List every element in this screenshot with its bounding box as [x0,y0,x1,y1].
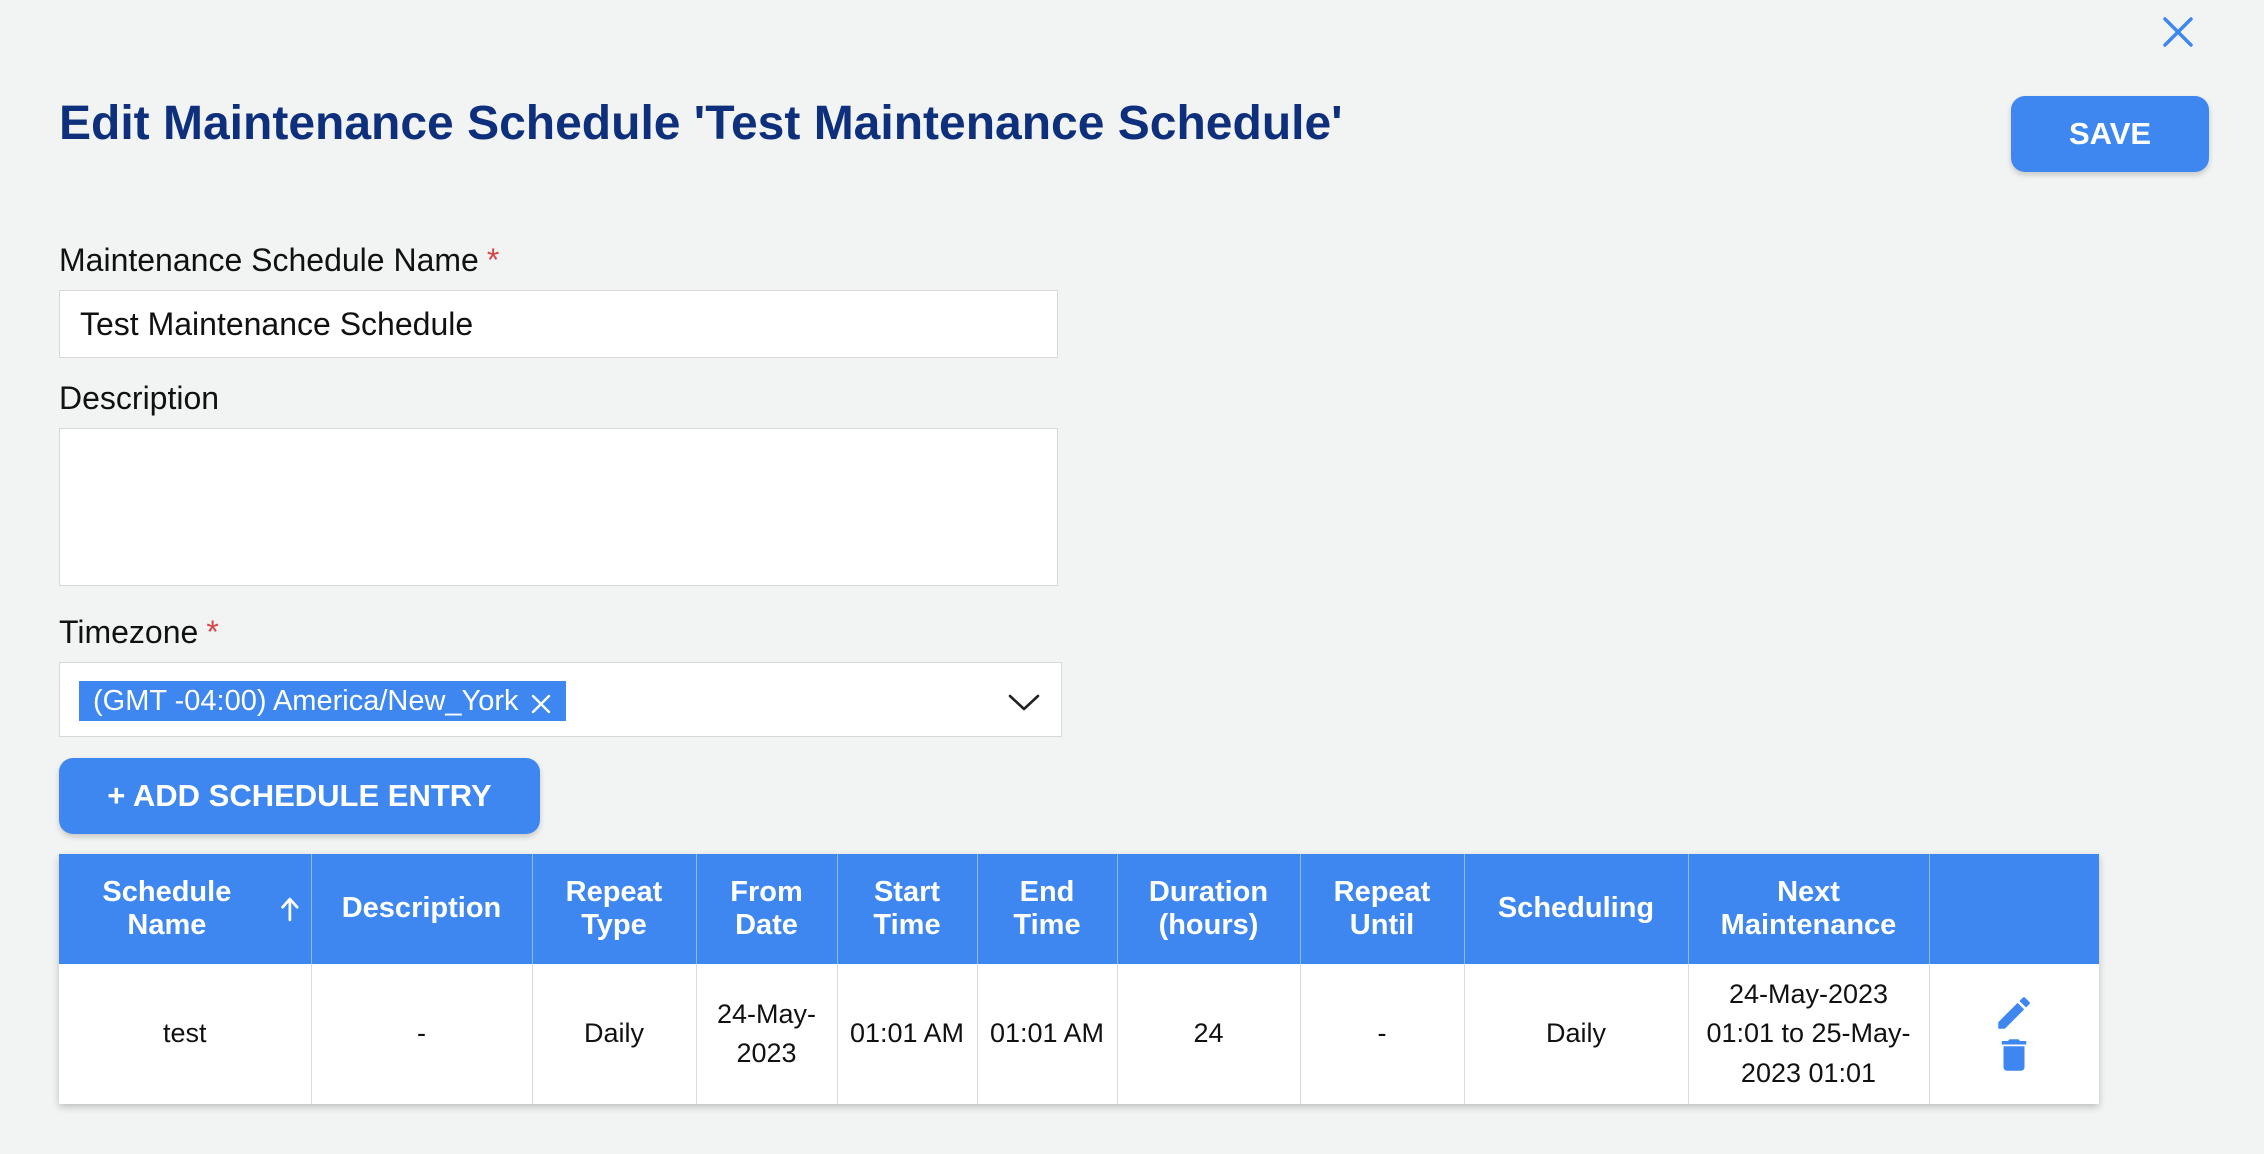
column-header-schedule-name[interactable]: Schedule Name [59,854,312,964]
cell-repeat-until: - [1300,964,1465,1104]
column-header-repeat-until[interactable]: Repeat Until [1300,854,1465,964]
column-header-start-time[interactable]: Start Time [837,854,978,964]
close-icon [2163,17,2193,47]
arrow-up-icon[interactable] [279,895,301,923]
timezone-chip-remove-button[interactable] [530,690,552,714]
timezone-select[interactable]: (GMT -04:00) America/New_York [59,662,1062,737]
schedule-name-label-text: Maintenance Schedule Name [59,242,479,278]
cell-repeat-type: Daily [532,964,697,1104]
schedule-table: Schedule Name Description Repeat Type Fr… [59,854,2099,1104]
page-title: Edit Maintenance Schedule 'Test Maintena… [59,97,1343,150]
close-icon [532,694,551,714]
schedule-name-label: Maintenance Schedule Name * [59,242,499,279]
column-header-from-date[interactable]: From Date [696,854,838,964]
cell-actions [1929,964,2099,1104]
column-header-end-time[interactable]: End Time [977,854,1118,964]
timezone-chip-label: (GMT -04:00) America/New_York [93,684,519,717]
required-marker: * [206,614,219,650]
schedule-name-input[interactable] [59,290,1058,358]
cell-start-time: 01:01 AM [837,964,978,1104]
save-button[interactable]: SAVE [2011,96,2209,172]
description-textarea[interactable] [59,428,1058,586]
trash-icon [2002,1039,2027,1071]
column-header-duration[interactable]: Duration (hours) [1117,854,1301,964]
chevron-down-icon[interactable] [1007,685,1041,719]
cell-schedule-name: test [59,964,312,1104]
cell-end-time: 01:01 AM [977,964,1118,1104]
edit-button[interactable] [1993,992,2035,1034]
required-marker: * [486,242,500,278]
cell-next-maintenance: 24-May-2023 01:01 to 25-May-2023 01:01 [1688,964,1930,1104]
column-header-repeat-type[interactable]: Repeat Type [532,854,697,964]
timezone-chip: (GMT -04:00) America/New_York [79,681,567,721]
add-schedule-entry-button[interactable]: + ADD SCHEDULE ENTRY [59,758,540,834]
cell-duration: 24 [1117,964,1301,1104]
column-header-next-maintenance[interactable]: Next Maintenance [1688,854,1930,964]
column-header-label: Schedule Name [102,875,232,941]
column-header-actions [1929,854,2099,964]
table-header-row: Schedule Name Description Repeat Type Fr… [59,854,2099,964]
table-row: test - Daily 24-May-2023 01:01 AM 01:01 … [59,964,2099,1104]
cell-scheduling: Daily [1464,964,1689,1104]
timezone-label: Timezone * [59,614,219,651]
column-header-scheduling[interactable]: Scheduling [1464,854,1689,964]
description-label: Description [59,380,220,416]
column-header-description[interactable]: Description [311,854,533,964]
cell-description: - [311,964,533,1104]
pencil-icon [1998,997,2031,1029]
schedule-name-header-content: Schedule Name [69,876,301,943]
close-button[interactable] [2160,14,2196,50]
cell-from-date: 24-May-2023 [696,964,838,1104]
timezone-label-text: Timezone [59,614,199,650]
delete-button[interactable] [1993,1034,2035,1076]
